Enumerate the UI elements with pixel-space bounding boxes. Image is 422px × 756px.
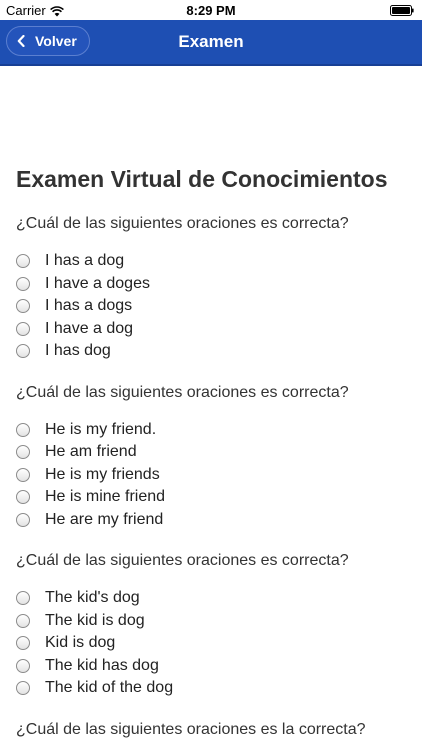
nav-title: Examen xyxy=(178,32,244,51)
answer-option[interactable]: Kid is dog xyxy=(16,632,408,655)
option-label: I has dog xyxy=(45,342,111,360)
answer-option[interactable]: He is mine friend xyxy=(16,486,408,509)
radio-button[interactable] xyxy=(16,467,30,482)
radio-button[interactable] xyxy=(16,299,30,314)
status-bar: Carrier 8:29 PM xyxy=(0,0,422,20)
radio-button[interactable] xyxy=(16,321,30,336)
answer-option[interactable]: I has a dog xyxy=(16,250,408,273)
option-label: The kid is dog xyxy=(45,611,145,629)
option-list: He is my friend. He am friend He is my f… xyxy=(16,419,408,532)
answer-option[interactable]: The kid of the dog xyxy=(16,677,408,700)
answer-option[interactable]: The kid's dog xyxy=(16,587,408,610)
option-label: He am friend xyxy=(45,443,137,461)
option-list: I has a dog I have a doges I has a dogs … xyxy=(16,250,408,363)
answer-option[interactable]: I have a doges xyxy=(16,273,408,296)
option-label: He is my friends xyxy=(45,465,160,483)
answer-option[interactable]: He is my friend. xyxy=(16,419,408,442)
status-time: 8:29 PM xyxy=(186,3,236,18)
option-label: I have a doges xyxy=(45,274,150,292)
answer-option[interactable]: He is my friends xyxy=(16,464,408,487)
battery-icon xyxy=(390,5,414,16)
radio-button[interactable] xyxy=(16,254,30,269)
question-text: ¿Cuál de las siguientes oraciones es la … xyxy=(16,720,366,738)
question-4: ¿Cuál de las siguientes oraciones es la … xyxy=(16,720,408,740)
question-text: ¿Cuál de las siguientes oraciones es cor… xyxy=(16,383,349,401)
option-label: He is mine friend xyxy=(45,488,166,506)
answer-option[interactable]: The kid has dog xyxy=(16,655,408,678)
answer-option[interactable]: I has dog xyxy=(16,340,408,363)
option-label: He are my friend xyxy=(45,510,164,528)
radio-button[interactable] xyxy=(16,344,30,359)
question-3: ¿Cuál de las siguientes oraciones es cor… xyxy=(16,551,408,700)
radio-button[interactable] xyxy=(16,422,30,437)
option-label: The kid has dog xyxy=(45,656,159,674)
answer-option[interactable]: He are my friend xyxy=(16,509,408,532)
option-label: He is my friend. xyxy=(45,420,157,438)
radio-button[interactable] xyxy=(16,490,30,505)
radio-button[interactable] xyxy=(16,636,30,651)
answer-option[interactable]: I has a dogs xyxy=(16,295,408,318)
option-label: I have a dog xyxy=(45,319,134,337)
answer-option[interactable]: I have a dog xyxy=(16,318,408,341)
radio-button[interactable] xyxy=(16,658,30,673)
answer-option[interactable]: The kid is dog xyxy=(16,610,408,633)
question-text: ¿Cuál de las siguientes oraciones es cor… xyxy=(16,215,349,232)
question-text: ¿Cuál de las siguientes oraciones es cor… xyxy=(16,552,349,569)
navigation-bar: Volver Examen xyxy=(0,20,422,66)
radio-button[interactable] xyxy=(16,613,30,628)
radio-button[interactable] xyxy=(16,445,30,460)
question-1: ¿Cuál de las siguientes oraciones es cor… xyxy=(16,214,408,363)
option-list: The kid's dog The kid is dog Kid is dog … xyxy=(16,587,408,700)
question-2: ¿Cuál de las siguientes oraciones es cor… xyxy=(16,383,408,532)
option-label: The kid's dog xyxy=(45,589,140,607)
option-label: I has a dog xyxy=(45,252,125,270)
page-title: Examen Virtual de Conocimientos xyxy=(16,166,388,192)
radio-button[interactable] xyxy=(16,681,30,696)
radio-button[interactable] xyxy=(16,591,30,606)
option-label: I has a dogs xyxy=(45,297,133,315)
option-label: Kid is dog xyxy=(45,634,116,652)
answer-option[interactable]: He am friend xyxy=(16,441,408,464)
option-label: The kid of the dog xyxy=(45,679,174,697)
radio-button[interactable] xyxy=(16,276,30,291)
exam-content: Examen Virtual de Conocimientos ¿Cuál de… xyxy=(16,164,408,756)
radio-button[interactable] xyxy=(16,512,30,527)
